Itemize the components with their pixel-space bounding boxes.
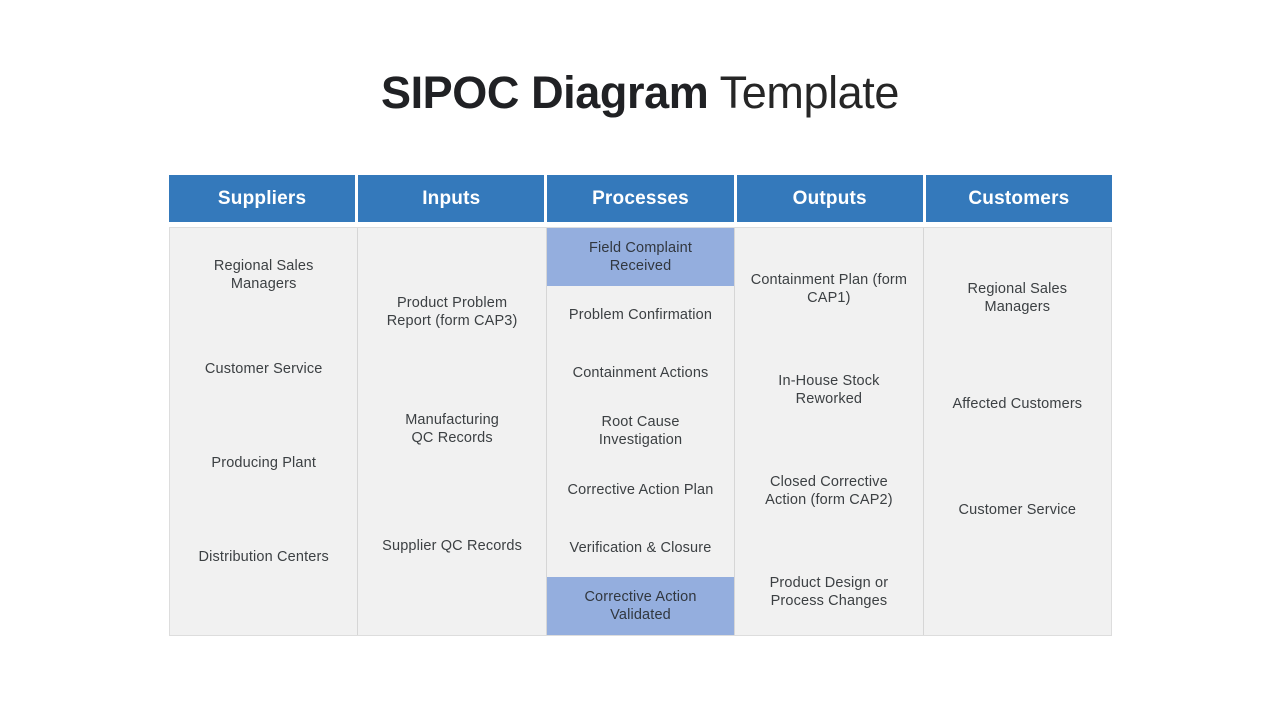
- cell-item[interactable]: Product Design or Process Changes: [735, 541, 922, 642]
- cell-item[interactable]: Verification & Closure: [547, 519, 734, 577]
- cell-item[interactable]: Product Problem Report (form CAP3): [358, 253, 545, 370]
- cell-item[interactable]: Containment Plan (form CAP1): [735, 238, 922, 339]
- slide: SIPOC Diagram Template Suppliers Inputs …: [0, 0, 1280, 720]
- column-body-processes: Field Complaint Received Problem Confirma…: [546, 228, 736, 635]
- customers-item-list: Regional Sales Managers Affected Customer…: [924, 228, 1111, 635]
- cell-item[interactable]: Distribution Centers: [170, 510, 357, 604]
- column-header-outputs[interactable]: Outputs: [736, 175, 923, 222]
- column-header-suppliers[interactable]: Suppliers: [169, 175, 356, 222]
- cell-item[interactable]: Root Cause Investigation: [547, 402, 734, 460]
- column-body-suppliers: Regional Sales Managers Customer Service P…: [170, 228, 359, 635]
- page-title: SIPOC Diagram Template: [0, 63, 1280, 123]
- cell-item-highlighted[interactable]: Corrective Action Validated: [546, 576, 735, 635]
- sipoc-header-row: Suppliers Inputs Processes Outputs Custo…: [169, 175, 1113, 222]
- cell-item[interactable]: Affected Customers: [924, 351, 1111, 457]
- layout-spacer: [358, 228, 545, 253]
- cell-item[interactable]: Closed Corrective Action (form CAP2): [735, 440, 922, 541]
- column-header-inputs[interactable]: Inputs: [358, 175, 545, 222]
- cell-item-highlighted[interactable]: Field Complaint Received: [546, 228, 735, 287]
- page-title-strong: SIPOC Diagram: [380, 67, 709, 118]
- column-body-customers: Regional Sales Managers Affected Customer…: [923, 228, 1112, 635]
- suppliers-item-list: Regional Sales Managers Customer Service P…: [170, 228, 357, 635]
- cell-item[interactable]: Producing Plant: [170, 416, 357, 510]
- processes-item-list: Field Complaint Received Problem Confirma…: [546, 228, 735, 635]
- cell-item[interactable]: Customer Service: [924, 457, 1111, 563]
- layout-spacer: [924, 228, 1111, 245]
- column-header-processes[interactable]: Processes: [547, 175, 734, 222]
- cell-item[interactable]: Corrective Action Plan: [547, 461, 734, 519]
- cell-item[interactable]: In-House Stock Reworked: [735, 339, 922, 440]
- cell-item[interactable]: Regional Sales Managers: [170, 228, 357, 322]
- outputs-item-list: Containment Plan (form CAP1) In-House Sto…: [735, 228, 922, 635]
- cell-item[interactable]: Customer Service: [170, 322, 357, 416]
- cell-item[interactable]: Regional Sales Managers: [924, 245, 1111, 351]
- layout-spacer: [735, 228, 922, 238]
- inputs-item-list: Product Problem Report (form CAP3) Manufa…: [358, 228, 545, 635]
- cell-item[interactable]: Manufacturing QC Records: [358, 370, 545, 487]
- sipoc-table: Suppliers Inputs Processes Outputs Custo…: [169, 175, 1113, 636]
- column-header-customers[interactable]: Customers: [925, 175, 1113, 222]
- cell-item[interactable]: Problem Confirmation: [547, 286, 734, 344]
- page-title-light: Template: [708, 67, 900, 118]
- sipoc-body-row: Regional Sales Managers Customer Service P…: [169, 227, 1112, 636]
- column-body-inputs: Product Problem Report (form CAP3) Manufa…: [358, 228, 547, 635]
- cell-item[interactable]: Supplier QC Records: [358, 487, 545, 604]
- column-body-outputs: Containment Plan (form CAP1) In-House Sto…: [735, 228, 924, 635]
- cell-item[interactable]: Containment Actions: [547, 344, 734, 402]
